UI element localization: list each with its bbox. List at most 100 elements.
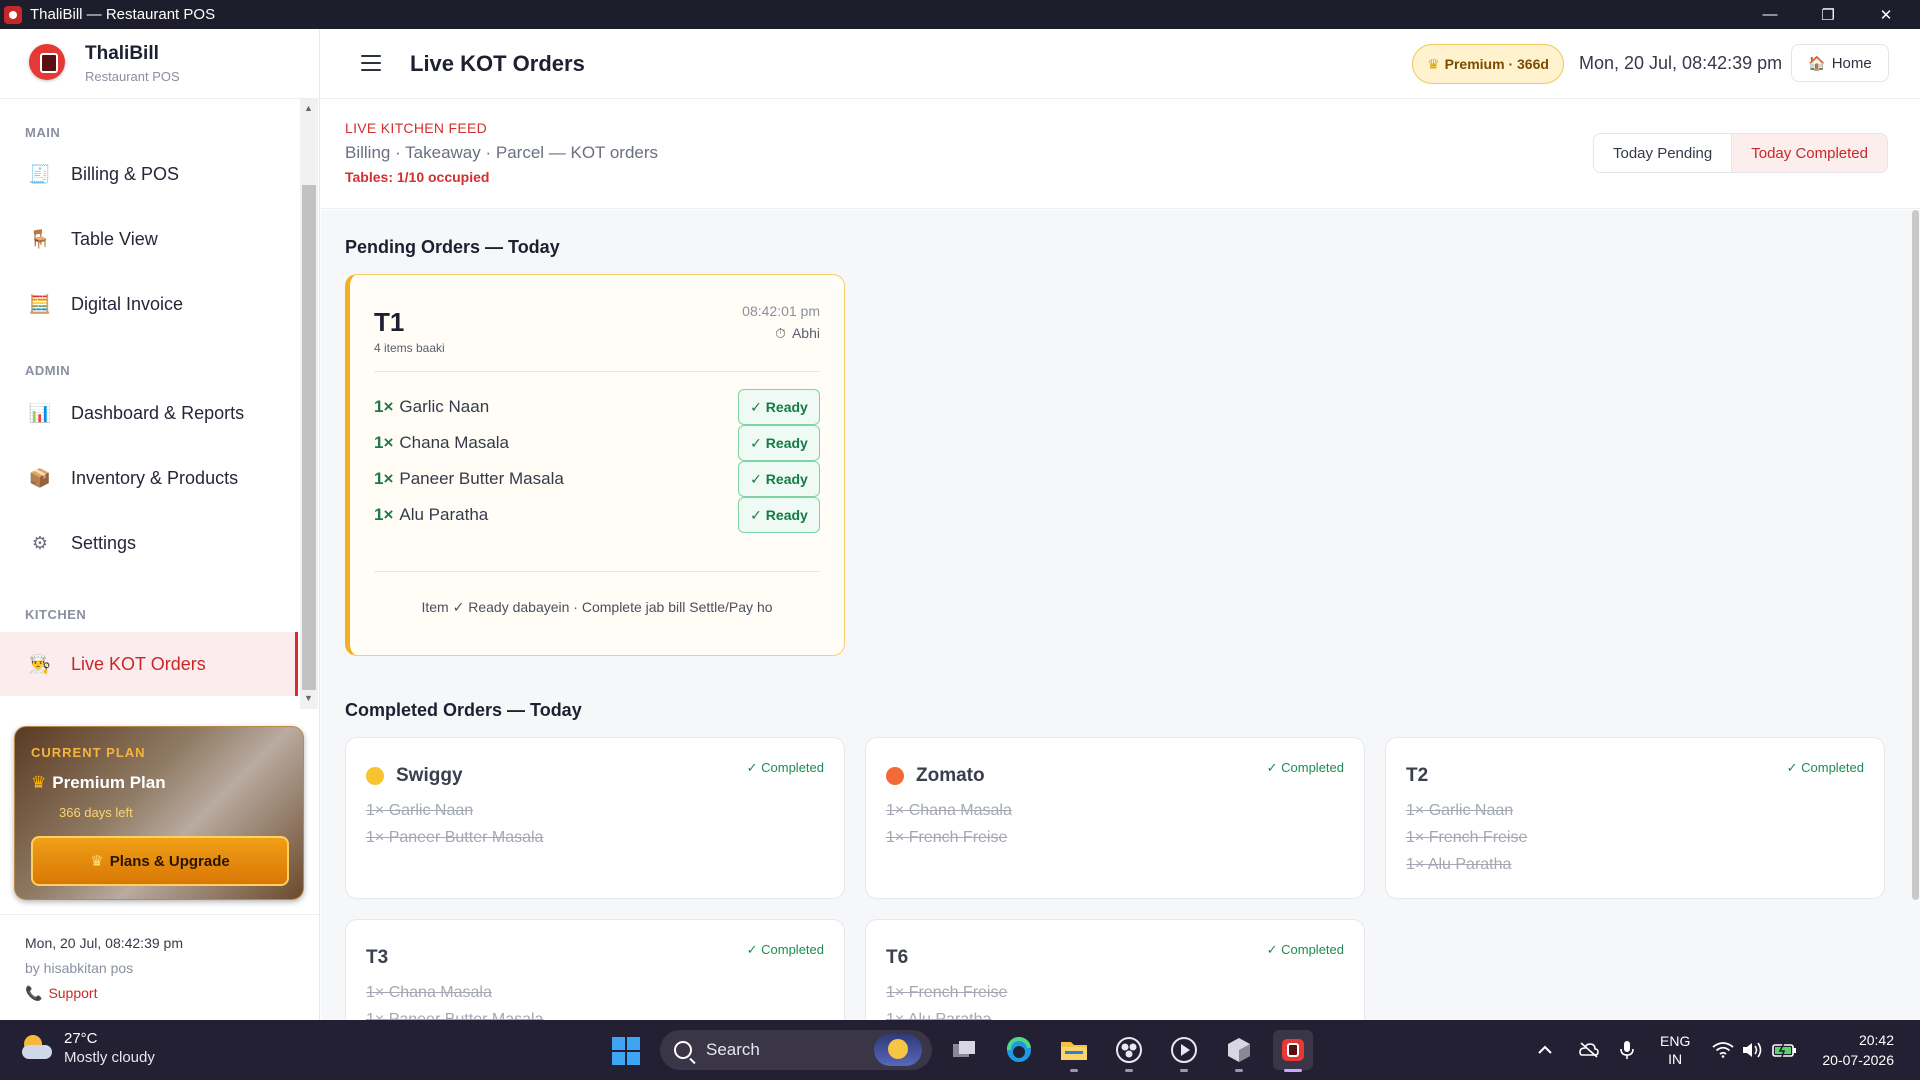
sidebar-scrollbar[interactable]: ▲ ▼ [300, 99, 318, 709]
completed-badge: ✓ Completed [1266, 760, 1344, 775]
completed-heading: Completed Orders — Today [345, 700, 582, 720]
premium-badge[interactable]: ♛ Premium · 366d [1412, 44, 1564, 84]
package-icon: 📦 [28, 467, 52, 488]
volume-icon[interactable] [1741, 1020, 1763, 1080]
media-player-icon[interactable] [1164, 1030, 1204, 1072]
file-explorer-icon[interactable] [1054, 1030, 1094, 1072]
sidebar-datetime: Mon, 20 Jul, 08:42:39 pm [25, 935, 183, 951]
scroll-up-icon[interactable]: ▲ [304, 103, 313, 113]
brand: ThaliBill Restaurant POS [0, 29, 320, 99]
weather-temp: 27°C [64, 1030, 98, 1047]
home-icon: 🏠 [1808, 54, 1826, 71]
completed-item: 1× Paneer Butter Masala [366, 1011, 544, 1020]
ready-button[interactable]: ✓ Ready [738, 389, 820, 425]
sidebar-item-inventory[interactable]: 📦 Inventory & Products [0, 446, 298, 510]
completed-order-card: T3 ✓ Completed 1× Chana Masala 1× Paneer… [345, 919, 845, 1020]
item-qty: 1× [374, 505, 394, 524]
completed-item: 1× Alu Paratha [886, 1011, 992, 1020]
order-filter-tabs: Today Pending Today Completed [1593, 133, 1888, 173]
feed-label: LIVE KITCHEN FEED [345, 120, 488, 136]
divider [374, 571, 820, 572]
item-qty: 1× [374, 397, 394, 416]
crown-icon: ♛ [90, 853, 104, 870]
start-button[interactable] [612, 1037, 640, 1065]
show-hidden-icons-chevron-icon[interactable] [1537, 1020, 1553, 1080]
sync-off-icon[interactable] [1578, 1020, 1600, 1080]
completed-order-card: T6 ✓ Completed 1× French Freise 1× Alu P… [865, 919, 1365, 1020]
pending-heading: Pending Orders — Today [345, 237, 560, 257]
ready-button[interactable]: ✓ Ready [738, 497, 820, 533]
close-button[interactable]: ✕ [1858, 0, 1914, 29]
wifi-icon[interactable] [1712, 1020, 1734, 1080]
order-waiter: ⏱ Abhi [775, 325, 820, 341]
section-kitchen: KITCHEN [25, 607, 87, 622]
receipt-icon: 🧾 [28, 163, 52, 184]
search-label: Search [706, 1040, 760, 1059]
support-link[interactable]: 📞 Support [25, 985, 97, 1002]
pending-order-card: T1 4 items baaki 08:42:01 pm ⏱ Abhi 1× Ga… [345, 274, 845, 656]
completed-item: 1× Garlic Naan [366, 802, 474, 819]
maximize-button[interactable]: ❐ [1800, 0, 1856, 29]
scroll-down-icon[interactable]: ▼ [304, 693, 313, 703]
system-clock[interactable]: 20:42 20-07-2026 [1818, 1030, 1894, 1070]
sidebar-item-live-kot[interactable]: 👨‍🍳 Live KOT Orders [0, 632, 298, 696]
edge-browser-icon[interactable] [999, 1030, 1039, 1070]
order-table-number: T1 [374, 307, 405, 337]
orders-area: Pending Orders — Today T1 4 items baaki … [321, 210, 1911, 1020]
sidebar-item-label: Live KOT Orders [71, 653, 206, 674]
section-admin: ADMIN [25, 363, 71, 378]
sidebar-item-label: Billing & POS [71, 163, 180, 184]
sidebar-item-digital-invoice[interactable]: 🧮 Digital Invoice [0, 272, 298, 336]
region-code: IN [1668, 1051, 1683, 1067]
completed-order-card: Zomato ✓ Completed 1× Chana Masala 1× Fr… [865, 737, 1365, 899]
crown-icon: ♛ [1427, 55, 1440, 72]
thalibill-app-icon[interactable] [1273, 1030, 1313, 1072]
tab-today-completed[interactable]: Today Completed [1731, 134, 1887, 172]
calculator-icon: 🧮 [28, 293, 52, 314]
ready-button[interactable]: ✓ Ready [738, 461, 820, 497]
ready-button[interactable]: ✓ Ready [738, 425, 820, 461]
sidebar-item-dashboard[interactable]: 📊 Dashboard & Reports [0, 381, 298, 445]
taskbar-search[interactable]: Search [660, 1030, 932, 1070]
top-header: Live KOT Orders ♛ Premium · 366d Mon, 20 … [321, 29, 1920, 99]
sidebar-item-label: Table View [71, 228, 158, 249]
microphone-icon[interactable] [1620, 1020, 1634, 1080]
completed-badge: ✓ Completed [746, 942, 824, 957]
kot-line-item: 1× Garlic Naan ✓ Ready [374, 389, 820, 425]
content-scrollbar[interactable] [1911, 210, 1920, 1020]
task-view-icon[interactable] [944, 1030, 984, 1070]
timer-icon: ⏱ [775, 325, 786, 341]
battery-charging-icon[interactable] [1772, 1020, 1798, 1080]
language-indicator[interactable]: ENG IN [1660, 1020, 1690, 1080]
sidebar-item-table-view[interactable]: 🪑 Table View [0, 207, 298, 271]
home-button[interactable]: 🏠 Home [1791, 44, 1889, 82]
language-code: ENG [1660, 1033, 1691, 1049]
plans-upgrade-button[interactable]: ♛ Plans & Upgrade [31, 836, 289, 886]
swiggy-dot-icon [366, 767, 384, 785]
brand-logo-icon [29, 44, 65, 80]
sidebar-item-billing[interactable]: 🧾 Billing & POS [0, 142, 298, 206]
item-name: Paneer Butter Masala [399, 469, 564, 488]
sidebar-credit: by hisabkitan pos [25, 960, 134, 976]
menu-toggle-icon[interactable] [361, 55, 381, 71]
cube-app-icon[interactable] [1219, 1030, 1259, 1072]
obs-studio-icon[interactable] [1109, 1030, 1149, 1072]
window-title: ThaliBill — Restaurant POS [30, 6, 216, 23]
clock-time: 20:42 [1858, 1032, 1894, 1048]
completed-item: 1× French Freise [886, 984, 1008, 1001]
scrollbar-thumb[interactable] [302, 185, 316, 690]
order-title: Zomato [886, 765, 985, 787]
completed-item: 1× Chana Masala [886, 802, 1012, 819]
zomato-dot-icon [886, 767, 904, 785]
item-qty: 1× [374, 433, 394, 452]
order-hint: Item ✓ Ready dabayein · Complete jab bil… [421, 599, 773, 615]
weather-widget[interactable]: 27°C Mostly cloudy [20, 1030, 155, 1066]
tab-today-pending[interactable]: Today Pending [1594, 134, 1732, 172]
window-titlebar: ThaliBill — Restaurant POS — ❐ ✕ [0, 0, 1920, 29]
scrollbar-thumb[interactable] [1912, 210, 1919, 900]
minimize-button[interactable]: — [1742, 0, 1798, 29]
completed-item: 1× Paneer Butter Masala [366, 829, 544, 846]
phone-icon: 📞 [25, 985, 43, 1001]
sidebar-nav: MAIN 🧾 Billing & POS 🪑 Table View 🧮 Digi… [0, 99, 300, 699]
sidebar-item-settings[interactable]: ⚙ Settings [0, 511, 298, 575]
